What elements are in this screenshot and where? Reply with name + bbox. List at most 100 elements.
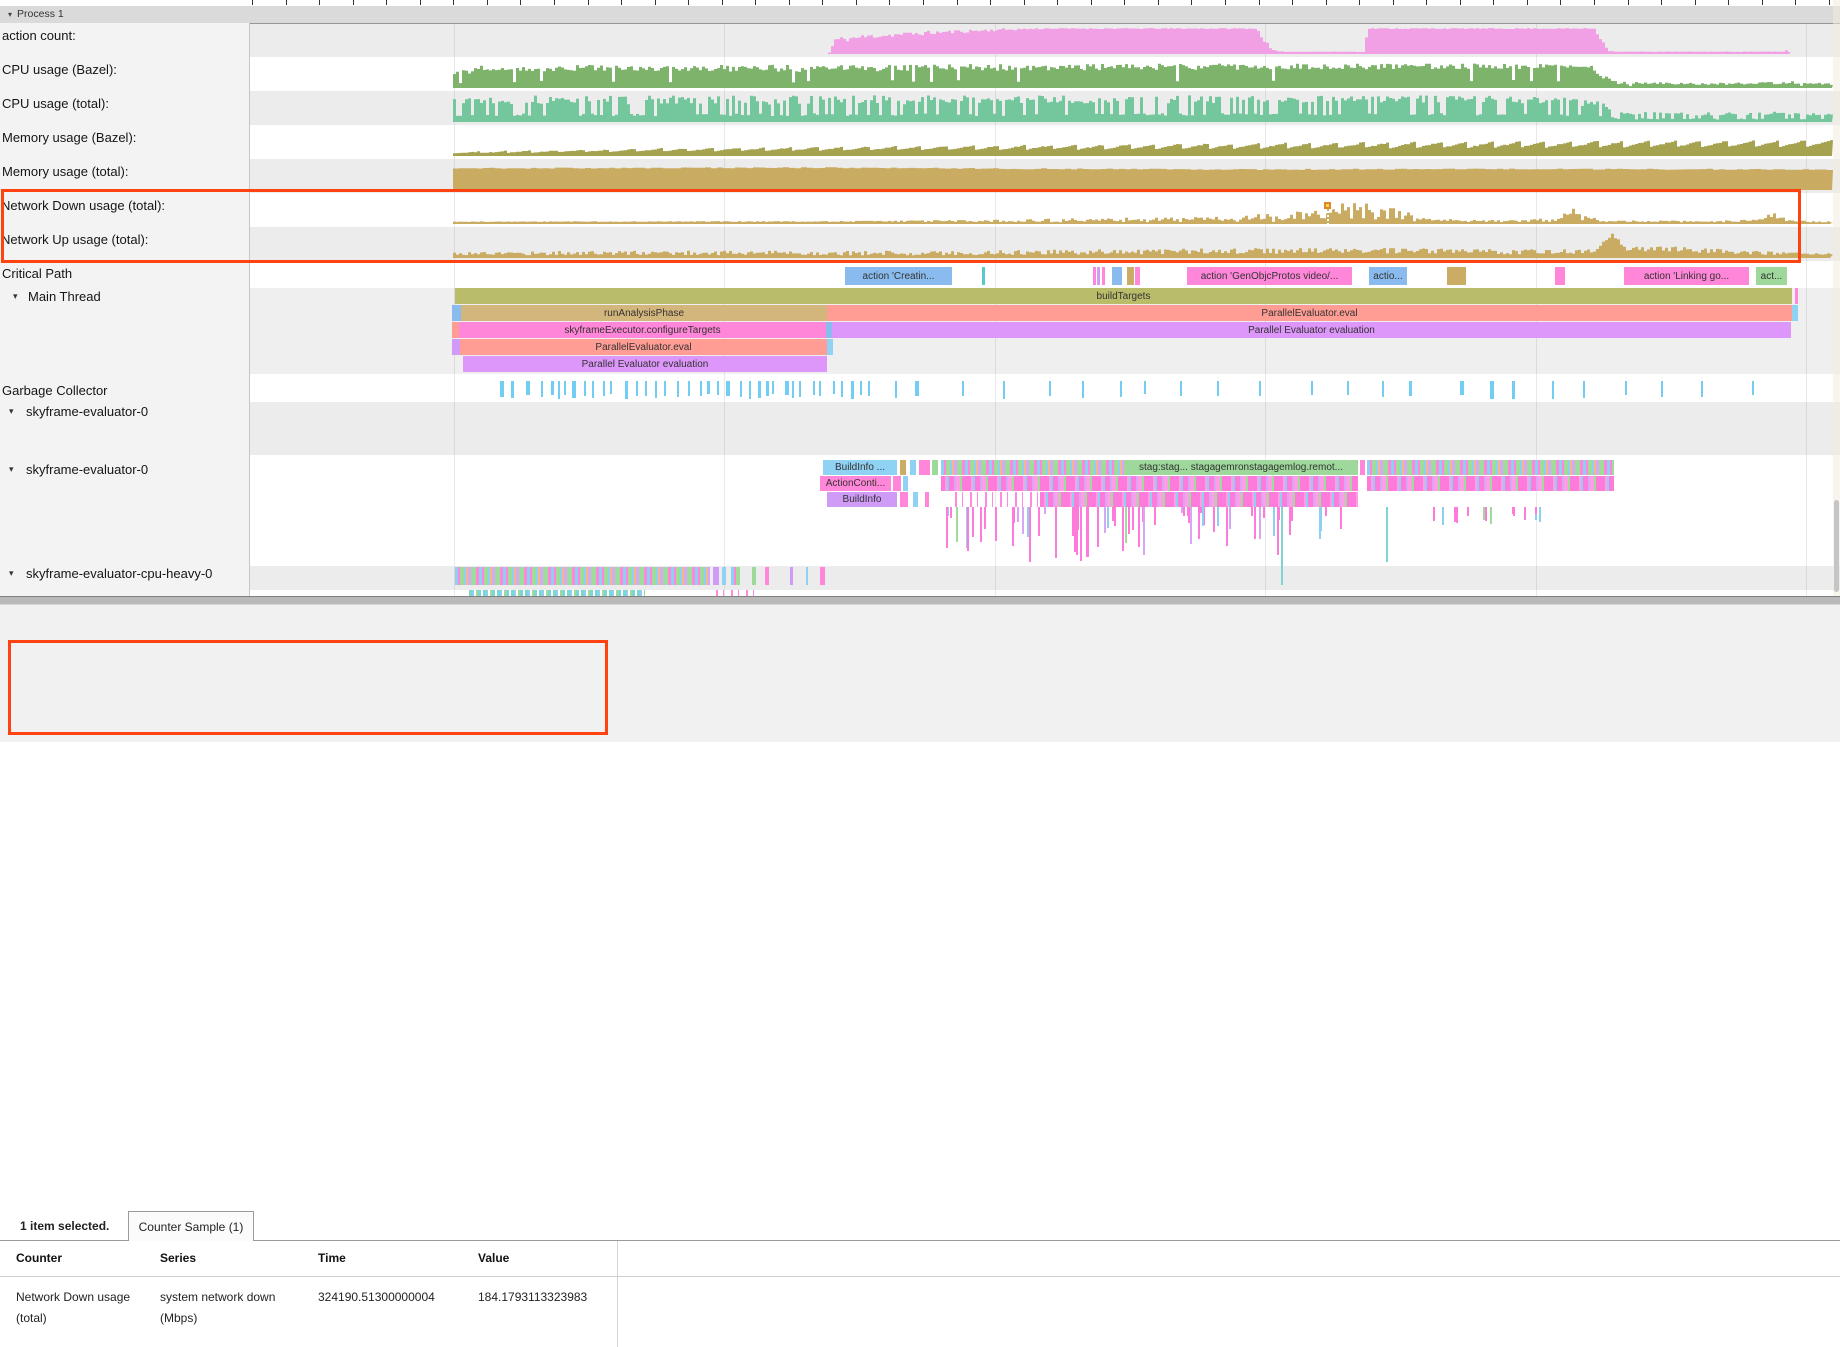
gc-tick[interactable] xyxy=(1003,381,1005,399)
critical-path-slice[interactable] xyxy=(982,267,985,285)
critical-path-slice[interactable]: action 'Creatin... xyxy=(845,267,952,285)
critical-path-slice[interactable]: action 'GenObjcProtos video/... xyxy=(1187,267,1352,285)
gc-tick[interactable] xyxy=(1661,381,1663,397)
skyframe-evaluator-slice[interactable]: ActionConti... xyxy=(820,476,891,491)
skyframe-evaluator-slice[interactable]: stag:stag... stagagemronstagagemlog.remo… xyxy=(1124,460,1358,475)
main-thread-slice[interactable]: runAnalysisPhase xyxy=(461,305,827,321)
skyframe-evaluator-mosaic[interactable] xyxy=(941,476,1358,491)
gc-tick[interactable] xyxy=(758,381,761,398)
track-label[interactable]: CPU usage (total): xyxy=(2,96,109,111)
gc-tick[interactable] xyxy=(1311,381,1313,395)
critical-path-slice[interactable]: actio... xyxy=(1369,267,1407,285)
counter-chart-net-down[interactable] xyxy=(249,193,1840,227)
cpu-heavy-slice[interactable] xyxy=(722,567,726,585)
tab-counter-sample[interactable]: Counter Sample (1) xyxy=(128,1211,254,1241)
track-label[interactable]: action count: xyxy=(2,28,76,43)
skyframe-evaluator-mosaic[interactable] xyxy=(1367,476,1614,491)
track-label[interactable]: Network Up usage (total): xyxy=(1,232,148,247)
counter-chart-mem-total[interactable] xyxy=(249,159,1840,193)
cpu-heavy-mosaic[interactable] xyxy=(731,567,740,585)
critical-path-slice[interactable] xyxy=(1135,267,1140,285)
skyframe-evaluator-slice[interactable]: BuildInfo xyxy=(827,492,897,507)
gc-tick[interactable] xyxy=(772,381,774,394)
track-label[interactable]: Garbage Collector xyxy=(2,383,108,398)
main-thread-slice[interactable] xyxy=(1795,288,1798,304)
table-header-value[interactable]: Value xyxy=(478,1251,509,1265)
critical-path-slice[interactable] xyxy=(1102,267,1105,285)
main-thread-slice[interactable]: buildTargets xyxy=(455,288,1792,304)
critical-path-slice[interactable]: action 'Linking go... xyxy=(1624,267,1749,285)
skyframe-evaluator-slice[interactable]: BuildInfo ... xyxy=(823,460,897,475)
skyframe-evaluator-slice[interactable] xyxy=(932,460,938,475)
main-thread-slice[interactable] xyxy=(452,322,459,338)
gc-tick[interactable] xyxy=(558,381,560,399)
critical-path-slice[interactable] xyxy=(1447,267,1466,285)
table-cell[interactable]: 184.1793113323983 xyxy=(478,1287,587,1308)
gc-tick[interactable] xyxy=(584,381,586,396)
gc-tick[interactable] xyxy=(1460,381,1464,395)
gc-tick[interactable] xyxy=(707,381,710,394)
gc-tick[interactable] xyxy=(1409,381,1412,396)
skyframe-evaluator-mosaic[interactable] xyxy=(955,492,1040,507)
gc-tick[interactable] xyxy=(1180,381,1182,396)
skyframe-evaluator-slice[interactable] xyxy=(903,476,908,491)
cpu-heavy-slice[interactable] xyxy=(765,567,769,585)
counter-chart-net-up[interactable] xyxy=(249,227,1840,261)
gc-tick[interactable] xyxy=(511,381,514,398)
critical-path-slice[interactable] xyxy=(1097,267,1100,285)
gc-tick[interactable] xyxy=(785,381,789,395)
counter-chart-cpu-bazel[interactable] xyxy=(249,57,1840,91)
gc-tick[interactable] xyxy=(813,381,815,395)
gc-tick[interactable] xyxy=(688,381,690,396)
cpu-heavy-slice[interactable] xyxy=(820,567,825,585)
gc-tick[interactable] xyxy=(740,381,742,397)
collapse-arrow-icon[interactable]: ▾ xyxy=(13,291,18,302)
skyframe-evaluator-slice[interactable] xyxy=(893,476,901,491)
table-cell[interactable]: Network Down usage (total) xyxy=(16,1287,130,1329)
gc-tick[interactable] xyxy=(636,381,638,396)
gc-tick[interactable] xyxy=(592,381,594,398)
gc-tick[interactable] xyxy=(500,381,504,397)
gc-tick[interactable] xyxy=(717,381,719,395)
gc-tick[interactable] xyxy=(799,381,801,397)
timeline-canvas[interactable]: action 'Creatin... action 'GenObjcProtos … xyxy=(0,0,1840,596)
gc-tick[interactable] xyxy=(766,381,769,396)
gc-tick[interactable] xyxy=(1144,381,1146,394)
panel-separator[interactable] xyxy=(0,596,1840,605)
gc-tick[interactable] xyxy=(868,381,870,396)
main-thread-slice[interactable]: ParallelEvaluator.eval xyxy=(460,339,827,355)
cpu-heavy-slice[interactable] xyxy=(806,567,808,585)
gc-tick[interactable] xyxy=(1490,381,1494,399)
gc-tick[interactable] xyxy=(1512,381,1515,399)
track-label[interactable]: skyframe-evaluator-0 xyxy=(26,404,148,419)
gc-tick[interactable] xyxy=(726,381,730,396)
gc-tick[interactable] xyxy=(1217,381,1219,396)
gc-tick[interactable] xyxy=(860,381,862,395)
gc-tick[interactable] xyxy=(841,381,843,397)
skyframe-evaluator-slice[interactable] xyxy=(910,460,916,475)
critical-path-slice[interactable] xyxy=(1093,267,1096,285)
main-thread-slice[interactable]: Parallel Evaluator evaluation xyxy=(463,356,827,372)
gc-tick[interactable] xyxy=(572,381,576,398)
gc-tick[interactable] xyxy=(541,381,543,397)
cpu-heavy-slice[interactable] xyxy=(752,567,756,585)
counter-chart-mem-bazel[interactable] xyxy=(249,125,1840,159)
track-label[interactable]: Memory usage (Bazel): xyxy=(2,130,136,145)
critical-path-slice[interactable] xyxy=(1112,267,1122,285)
table-cell[interactable]: 324190.51300000004 xyxy=(318,1287,435,1308)
gc-tick[interactable] xyxy=(1120,381,1122,397)
gc-tick[interactable] xyxy=(603,381,605,396)
gc-tick[interactable] xyxy=(1701,381,1703,397)
vertical-scrollbar[interactable] xyxy=(1834,500,1839,592)
selected-sample-marker[interactable] xyxy=(1324,202,1331,209)
gc-tick[interactable] xyxy=(1382,381,1384,397)
main-thread-slice[interactable]: Parallel Evaluator evaluation xyxy=(832,322,1791,338)
cpu-heavy-mosaic[interactable] xyxy=(455,567,710,585)
counter-chart-cpu-total[interactable] xyxy=(249,91,1840,125)
gc-tick[interactable] xyxy=(664,381,666,396)
skyframe-evaluator-mosaic[interactable] xyxy=(941,460,1124,475)
collapse-arrow-icon[interactable]: ▾ xyxy=(9,406,14,417)
critical-path-slice[interactable]: act... xyxy=(1756,267,1787,285)
gc-tick[interactable] xyxy=(1752,381,1754,395)
skyframe-evaluator-slice[interactable] xyxy=(900,492,908,507)
